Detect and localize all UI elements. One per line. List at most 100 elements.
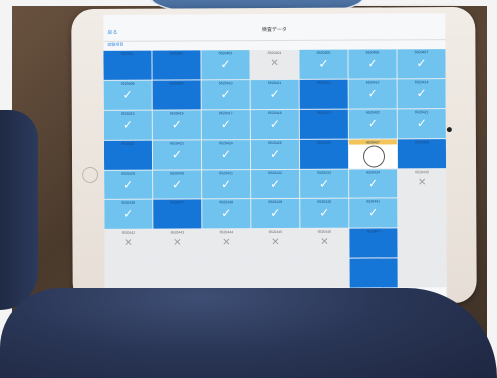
grid-cell[interactable]: 6520416 ✓ — [152, 110, 201, 140]
grid-cell[interactable]: 6520439 ✓ — [251, 199, 300, 229]
cross-icon: ✕ — [271, 237, 280, 249]
cell-id-label: 6520428 — [415, 139, 429, 144]
cell-id-label: 6520426 — [317, 140, 331, 145]
cell-id-label: 6520430 — [170, 170, 184, 176]
grid-cell[interactable]: 6520427 — [348, 138, 398, 169]
check-icon: ✓ — [220, 116, 231, 132]
grid-cell[interactable]: 6520428 — [397, 138, 447, 168]
grid-cell[interactable]: 6520442 ✕ — [104, 229, 153, 260]
cell-id-label: 6520433 — [317, 170, 331, 175]
check-icon: ✓ — [122, 117, 133, 132]
grid-cell[interactable]: 6520412 — [299, 79, 348, 109]
grid-cell[interactable] — [349, 258, 398, 288]
grid-cell[interactable]: 6520443 ✕ — [153, 229, 202, 259]
grid-cell[interactable]: 6520447 — [349, 228, 398, 258]
dark-fabric-left — [0, 110, 38, 310]
grid-cell[interactable] — [398, 228, 447, 258]
grid-cell[interactable] — [202, 259, 251, 289]
grid-cell[interactable] — [300, 258, 349, 288]
cell-id-label: 6520422 — [121, 141, 135, 146]
cell-id-label: 6520416 — [169, 111, 184, 116]
page-title: 検査データ — [261, 26, 287, 34]
grid-cell[interactable]: 6520433 ✓ — [300, 169, 349, 199]
grid-cell[interactable]: 6520445 ✕ — [251, 229, 300, 259]
cell-id-label: 6520435 — [415, 169, 429, 174]
check-icon: ✓ — [269, 86, 280, 101]
grid-cell[interactable]: 6520417 ✓ — [201, 109, 250, 140]
grid-cell[interactable] — [251, 258, 300, 289]
grid-cell[interactable]: 6520411 ✓ — [250, 79, 299, 109]
check-icon: ✓ — [220, 87, 231, 102]
grid-cell[interactable]: 6520414 ✓ — [397, 78, 446, 109]
grid-cell[interactable]: 6520440 ✓ — [300, 198, 349, 229]
grid-cell[interactable]: 6520419 — [299, 109, 348, 139]
check-icon: ✓ — [368, 175, 379, 191]
cell-id-label: 6520401 — [120, 51, 135, 56]
grid-cell[interactable]: 6520431 ✓ — [202, 169, 251, 199]
grid-cell[interactable]: 6520402 — [152, 50, 201, 80]
grid-cell[interactable]: 6520404 ✕ — [250, 49, 299, 79]
check-icon: ✓ — [416, 56, 427, 71]
cell-id-label: 6520444 — [219, 230, 234, 235]
cell-id-label: 6520420 — [365, 110, 380, 115]
check-icon: ✓ — [172, 176, 183, 192]
grid-cell[interactable]: 6520437 — [153, 199, 202, 229]
grid-cell[interactable]: 6520434 ✓ — [349, 168, 398, 198]
check-icon: ✓ — [416, 115, 427, 131]
grid-cell[interactable] — [153, 259, 202, 289]
grid-cell[interactable]: 6520403 ✓ — [201, 50, 250, 80]
home-button[interactable] — [82, 166, 99, 184]
cell-id-label: 6520412 — [316, 80, 331, 85]
grid-cell[interactable]: 6520423 ✓ — [152, 140, 202, 170]
cell-id-label: 6520402 — [169, 51, 184, 56]
cell-id-label: 6520437 — [170, 200, 185, 205]
grid-cell[interactable]: 6520426 — [299, 139, 349, 169]
check-icon: ✓ — [367, 56, 378, 71]
cross-icon: ✕ — [124, 237, 133, 250]
check-icon: ✓ — [318, 56, 329, 71]
check-icon: ✓ — [221, 206, 232, 221]
grid-cell[interactable]: 6520413 ✓ — [348, 79, 397, 109]
grid-cell[interactable]: 6520418 ✓ — [250, 109, 299, 139]
cell-id-label: 6520427 — [366, 140, 380, 145]
grid-cell[interactable]: 6520401 — [103, 50, 152, 80]
check-icon: ✓ — [123, 177, 134, 192]
grid-cell[interactable]: 6520405 ✓ — [299, 49, 348, 79]
grid-cell[interactable]: 6520407 ✓ — [397, 49, 446, 79]
grid-cell[interactable] — [398, 258, 447, 288]
grid-cell[interactable]: 6520441 ✓ — [349, 198, 398, 228]
grid-cell[interactable]: 6520421 ✓ — [397, 108, 446, 138]
grid-cell[interactable]: 6520408 ✓ — [103, 80, 152, 110]
check-icon: ✓ — [367, 116, 378, 131]
grid-cell[interactable]: 6520435 ✕ — [398, 168, 447, 198]
grid-cell[interactable]: 6520444 ✕ — [202, 229, 251, 259]
grid-cell[interactable]: 6520429 ✓ — [104, 170, 153, 200]
grid-cell[interactable]: 6520409 — [152, 80, 201, 110]
cell-id-label: 6520447 — [366, 229, 381, 234]
cell-id-label: 6520414 — [414, 80, 429, 85]
cell-id-label: 6520439 — [268, 200, 283, 205]
grid-cell[interactable]: 6520438 ✓ — [202, 199, 251, 229]
grid-cell[interactable]: 6520425 ✓ — [250, 139, 300, 169]
grid-cell[interactable]: 6520420 ✓ — [348, 109, 397, 139]
photo-scene: 戻る 検査データ 試験項目 6520401 6520402 6520403 ✓ 6520… — [0, 0, 497, 378]
cell-id-label: 6520418 — [267, 110, 282, 115]
grid-cell[interactable]: 6520430 ✓ — [153, 169, 202, 200]
cell-id-label: 6520442 — [121, 230, 136, 236]
tablet-device: 戻る 検査データ 試験項目 6520401 6520402 6520403 ✓ 6520… — [71, 6, 477, 306]
grid-cell[interactable] — [104, 259, 153, 289]
cell-id-label: 6520406 — [365, 50, 380, 55]
cell-id-label: 6520411 — [267, 80, 282, 85]
grid-cell[interactable] — [398, 198, 447, 228]
cell-id-label: 6520432 — [268, 170, 282, 175]
grid-cell[interactable]: 6520415 ✓ — [103, 110, 152, 140]
grid-cell[interactable]: 6520432 ✓ — [251, 169, 300, 199]
grid-cell[interactable]: 6520446 ✕ — [300, 228, 349, 258]
check-icon: ✓ — [171, 117, 182, 132]
grid-cell[interactable]: 6520422 — [103, 140, 153, 170]
grid-cell[interactable]: 6520410 ✓ — [201, 80, 250, 110]
grid-cell[interactable]: 6520436 ✓ — [104, 200, 153, 230]
grid-cell[interactable]: 6520424 ✓ — [201, 139, 251, 169]
grid-cell[interactable]: 6520406 ✓ — [348, 49, 397, 79]
cell-id-label: 6520408 — [120, 81, 135, 86]
